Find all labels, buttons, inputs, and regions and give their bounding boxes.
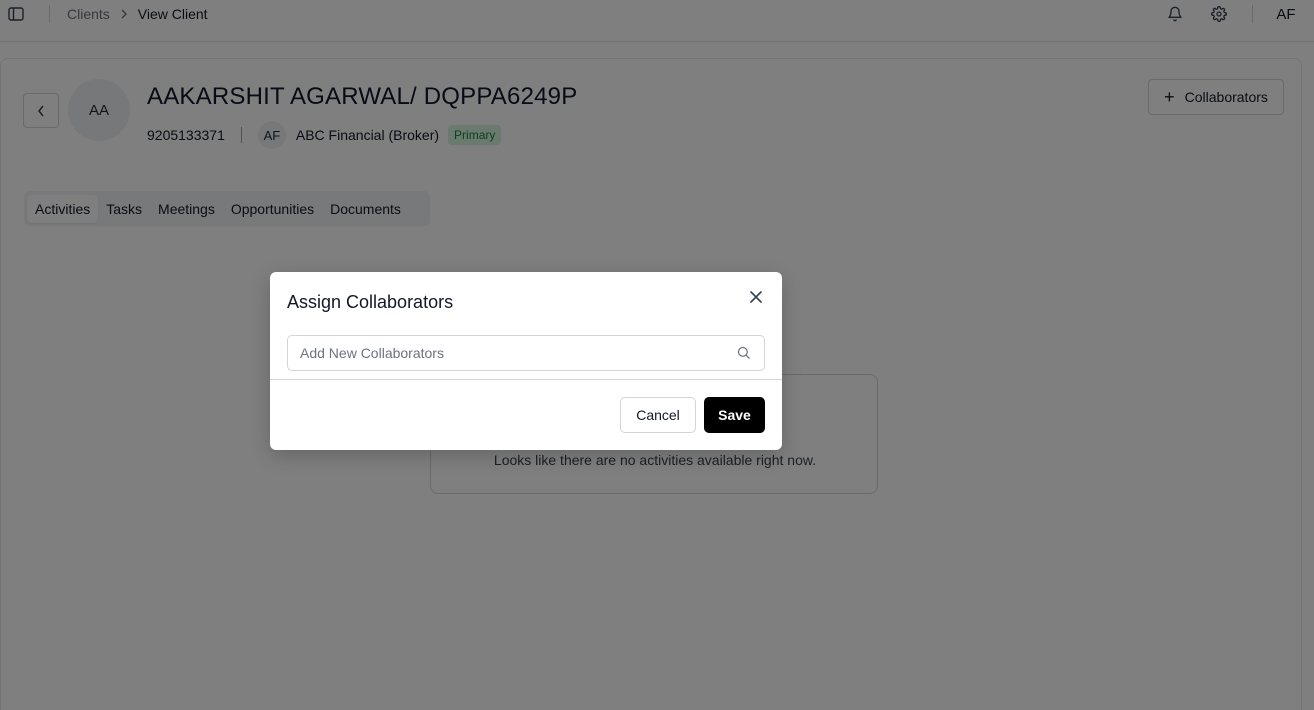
cancel-button[interactable]: Cancel	[620, 397, 696, 433]
save-button[interactable]: Save	[704, 397, 765, 433]
search-icon	[736, 345, 752, 361]
close-icon[interactable]	[748, 289, 764, 305]
app-root: Clients View Client AF AA AAKARSHIT AGAR…	[0, 0, 1314, 710]
divider	[270, 379, 782, 380]
collaborator-search-input[interactable]	[288, 336, 764, 370]
dialog-title: Assign Collaborators	[287, 292, 454, 312]
collaborator-search	[287, 335, 765, 371]
assign-collaborators-dialog: Assign Collaborators Cancel Save	[270, 272, 782, 450]
